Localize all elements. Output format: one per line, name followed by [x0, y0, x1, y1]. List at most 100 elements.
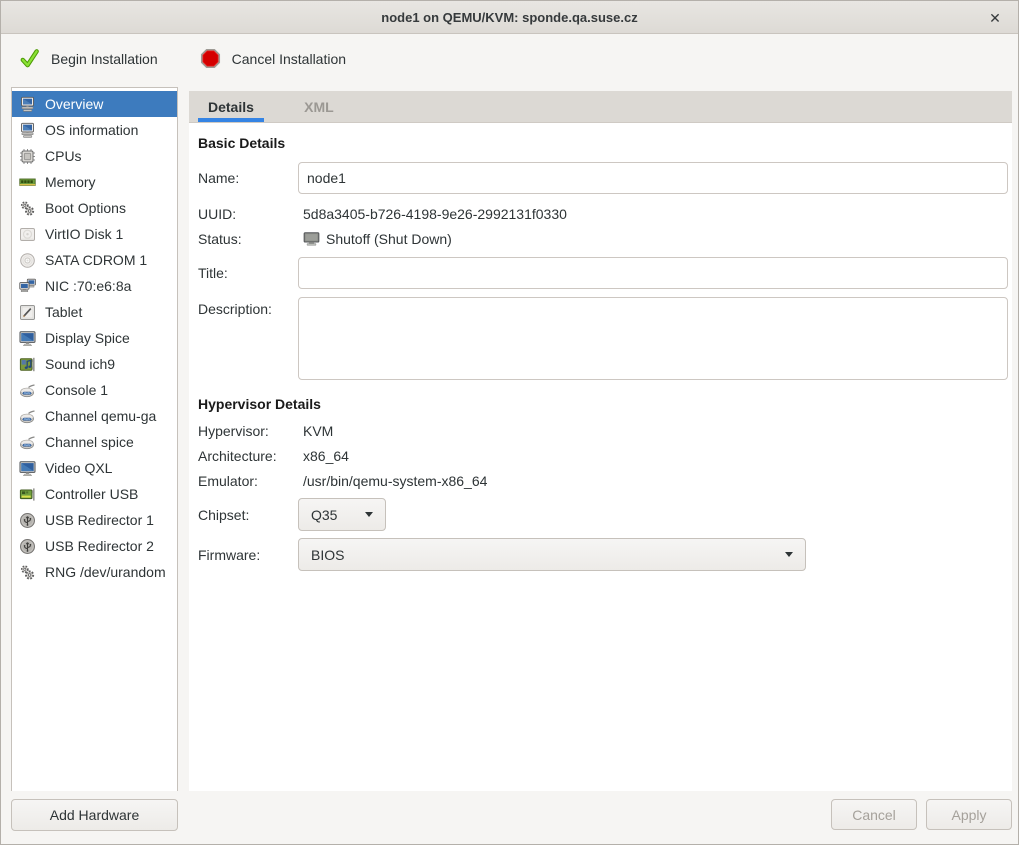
status-row: Status: Shutoff (Shut Down) [198, 230, 1012, 248]
cancel-button[interactable]: Cancel [831, 799, 917, 830]
firmware-label: Firmware: [198, 547, 298, 563]
sidebar-item-label: USB Redirector 1 [45, 512, 154, 528]
tab-label: Details [208, 99, 254, 115]
hypervisor-label: Hypervisor: [198, 423, 298, 439]
basic-details-heading: Basic Details [198, 135, 1012, 152]
sidebar-item-virtio-disk-1[interactable]: VirtIO Disk 1 [12, 221, 177, 247]
chevron-down-icon [365, 512, 373, 517]
tab-bar: Details XML [189, 91, 1012, 123]
sidebar-item-sata-cdrom-1[interactable]: SATA CDROM 1 [12, 247, 177, 273]
sidebar-item-display-spice[interactable]: Display Spice [12, 325, 177, 351]
sidebar-item-channel-qemu-ga[interactable]: Channel qemu-ga [12, 403, 177, 429]
window-title: node1 on QEMU/KVM: sponde.qa.suse.cz [381, 10, 637, 25]
gears-icon [19, 200, 36, 217]
architecture-row: Architecture: x86_64 [198, 447, 1012, 464]
sidebar-item-label: Controller USB [45, 486, 138, 502]
sidebar-item-label: Overview [45, 96, 103, 112]
hypervisor-row: Hypervisor: KVM [198, 422, 1012, 439]
serial-icon [19, 408, 36, 425]
status-value: Shutoff (Shut Down) [303, 231, 452, 247]
sidebar-item-label: Display Spice [45, 330, 130, 346]
uuid-label: UUID: [198, 206, 298, 222]
status-label: Status: [198, 231, 298, 247]
tab-label: XML [304, 99, 334, 115]
sidebar-item-channel-spice[interactable]: Channel spice [12, 429, 177, 455]
sidebar-item-label: Sound ich9 [45, 356, 115, 372]
sidebar-item-sound-ich9[interactable]: Sound ich9 [12, 351, 177, 377]
hypervisor-value: KVM [303, 423, 333, 439]
titlebar: node1 on QEMU/KVM: sponde.qa.suse.cz ✕ [1, 1, 1018, 34]
sidebar-item-label: RNG /dev/urandom [45, 564, 166, 580]
sidebar-item-label: CPUs [45, 148, 82, 164]
tab-xml[interactable]: XML [288, 91, 350, 122]
chipset-dropdown[interactable]: Q35 [298, 498, 386, 531]
computer-icon [19, 122, 36, 139]
sidebar-item-label: USB Redirector 2 [45, 538, 154, 554]
cancel-installation-button[interactable]: Cancel Installation [188, 40, 358, 78]
uuid-row: UUID: 5d8a3405-b726-4198-9e26-2992131f03… [198, 205, 1012, 222]
name-row: Name: [198, 162, 1012, 194]
begin-installation-button[interactable]: Begin Installation [7, 40, 170, 78]
firmware-dropdown[interactable]: BIOS [298, 538, 806, 571]
tab-details[interactable]: Details [198, 91, 264, 122]
name-input[interactable] [298, 162, 1008, 194]
sidebar-item-memory[interactable]: Memory [12, 169, 177, 195]
hypervisor-details-heading: Hypervisor Details [198, 396, 1012, 413]
memory-icon [19, 174, 36, 191]
emulator-label: Emulator: [198, 473, 298, 489]
checkmark-icon [19, 48, 40, 69]
cancel-installation-label: Cancel Installation [232, 51, 346, 67]
status-text: Shutoff (Shut Down) [326, 231, 452, 247]
sidebar-item-usb-redirector-1[interactable]: USB Redirector 1 [12, 507, 177, 533]
sidebar-item-label: OS information [45, 122, 138, 138]
details-panel: Details XML Basic Details Name: UUID: 5d8… [189, 91, 1012, 792]
sidebar-item-cpus[interactable]: CPUs [12, 143, 177, 169]
sidebar-item-label: Video QXL [45, 460, 112, 476]
sidebar-item-label: Tablet [45, 304, 82, 320]
description-textarea[interactable] [298, 297, 1008, 380]
firmware-row: Firmware: BIOS [198, 538, 1012, 571]
sidebar-item-label: Boot Options [45, 200, 126, 216]
begin-installation-label: Begin Installation [51, 51, 158, 67]
sidebar-item-nic-70-e6-8a[interactable]: NIC :70:e6:8a [12, 273, 177, 299]
gears-icon [19, 564, 36, 581]
sidebar-item-video-qxl[interactable]: Video QXL [12, 455, 177, 481]
sidebar-item-console-1[interactable]: Console 1 [12, 377, 177, 403]
close-icon[interactable]: ✕ [982, 5, 1008, 31]
sidebar-item-rng-dev-urandom[interactable]: RNG /dev/urandom [12, 559, 177, 585]
chipset-label: Chipset: [198, 507, 298, 523]
serial-icon [19, 434, 36, 451]
emulator-value: /usr/bin/qemu-system-x86_64 [303, 473, 487, 489]
vm-details-window: node1 on QEMU/KVM: sponde.qa.suse.cz ✕ B… [0, 0, 1019, 845]
serial-icon [19, 382, 36, 399]
sidebar-item-label: Channel qemu-ga [45, 408, 156, 424]
sidebar-item-tablet[interactable]: Tablet [12, 299, 177, 325]
sidebar-item-usb-redirector-2[interactable]: USB Redirector 2 [12, 533, 177, 559]
sidebar-item-os-information[interactable]: OS information [12, 117, 177, 143]
footer-actions: Cancel Apply [831, 799, 1012, 830]
sidebar-item-overview[interactable]: Overview [12, 91, 177, 117]
network-icon [19, 278, 36, 295]
stop-icon [200, 48, 221, 69]
sidebar-item-label: VirtIO Disk 1 [45, 226, 123, 242]
description-label: Description: [198, 297, 298, 317]
shutoff-monitor-icon [303, 232, 321, 247]
computer-icon [19, 96, 36, 113]
disk-icon [19, 226, 36, 243]
toolbar: Begin Installation Cancel Installation [1, 35, 1018, 82]
add-hardware-button[interactable]: Add Hardware [11, 799, 178, 831]
sidebar-item-controller-usb[interactable]: Controller USB [12, 481, 177, 507]
sidebar-item-label: Channel spice [45, 434, 134, 450]
sound-icon [19, 356, 36, 373]
title-input[interactable] [298, 257, 1008, 289]
uuid-value: 5d8a3405-b726-4198-9e26-2992131f0330 [303, 206, 567, 222]
sidebar-item-boot-options[interactable]: Boot Options [12, 195, 177, 221]
chevron-down-icon [785, 552, 793, 557]
cpu-icon [19, 148, 36, 165]
chipset-selected-value: Q35 [311, 507, 337, 523]
hardware-list: Overview OS information CPUs Memory Boot Opt… [11, 87, 178, 793]
cdrom-icon [19, 252, 36, 269]
architecture-value: x86_64 [303, 448, 349, 464]
display-icon [19, 330, 36, 347]
apply-button[interactable]: Apply [926, 799, 1012, 830]
